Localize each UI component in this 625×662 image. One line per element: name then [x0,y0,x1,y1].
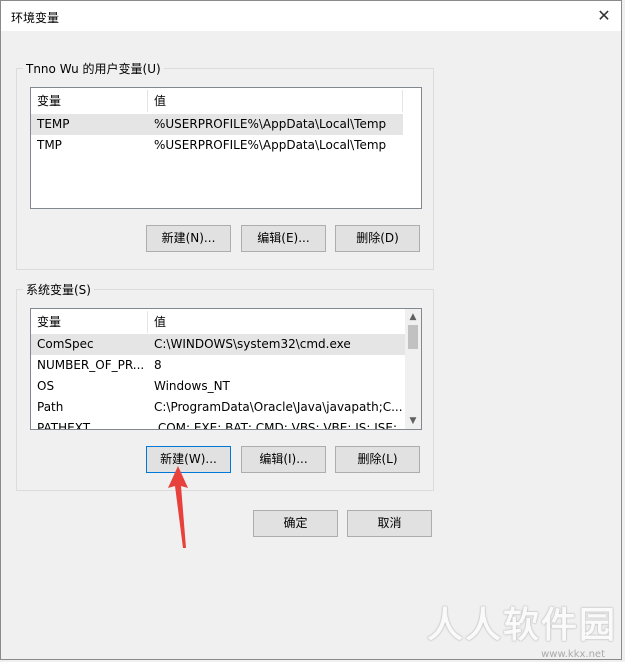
user-delete-button[interactable]: 删除(D) [335,225,420,252]
variable-value-cell: %USERPROFILE%\AppData\Local\Temp [154,138,387,152]
variable-name-cell: PATHEXT [37,421,91,430]
scroll-up-icon[interactable]: ▲ [405,311,421,323]
vertical-scrollbar[interactable]: ▲ ▼ [405,309,421,429]
variable-value-cell: 8 [154,358,162,372]
window-title: 环境变量 [11,11,60,25]
arrow-head [168,466,188,488]
scrollbar-thumb[interactable] [408,325,418,349]
table-row[interactable]: NUMBER_OF_PR... 8 [31,355,405,376]
variable-value-cell: C:\ProgramData\Oracle\Java\javapath;C... [154,400,403,414]
user-variables-list[interactable]: 变量 值 TEMP %USERPROFILE%\AppData\Local\Te… [30,87,422,209]
column-header-value[interactable]: 值 [148,309,404,335]
column-header-value[interactable]: 值 [148,88,404,114]
variable-value-cell: Windows_NT [154,379,230,393]
variable-value-cell: %USERPROFILE%\AppData\Local\Temp [154,117,387,131]
annotation-arrow-icon [168,466,188,548]
variable-value-cell: C:\WINDOWS\system32\cmd.exe [154,337,351,351]
column-header-variable[interactable]: 变量 [31,88,147,114]
variable-name-cell: ComSpec [37,337,94,351]
user-variables-label: Tnno Wu 的用户变量(U) [23,60,164,77]
close-icon[interactable]: ✕ [593,5,615,27]
user-new-button[interactable]: 新建(N)... [146,225,231,252]
table-row[interactable]: TEMP %USERPROFILE%\AppData\Local\Temp [31,114,403,135]
ok-button[interactable]: 确定 [253,510,338,537]
table-row[interactable]: PATHEXT .COM;.EXE;.BAT;.CMD;.VBS;.VBE;.J… [31,418,405,430]
variable-name-cell: TEMP [37,117,70,131]
column-header-variable[interactable]: 变量 [31,309,147,335]
variable-name-cell: TMP [37,138,62,152]
user-edit-button[interactable]: 编辑(E)... [241,225,326,252]
table-row[interactable]: Path C:\ProgramData\Oracle\Java\javapath… [31,397,405,418]
table-row[interactable]: TMP %USERPROFILE%\AppData\Local\Temp [31,135,403,156]
environment-variables-dialog: 环境变量 ✕ Tnno Wu 的用户变量(U) 变量 值 TEMP %USERP… [0,0,622,660]
system-delete-button[interactable]: 删除(L) [335,446,420,473]
title-bar: 环境变量 ✕ [1,1,621,31]
variable-value-cell: .COM;.EXE;.BAT;.CMD;.VBS;.VBE;.JS;.JSE;.… [154,421,404,430]
table-row[interactable]: ComSpec C:\WINDOWS\system32\cmd.exe [31,334,405,355]
scroll-down-icon[interactable]: ▼ [405,415,421,427]
variable-name-cell: NUMBER_OF_PR... [37,358,145,372]
cancel-button[interactable]: 取消 [347,510,432,537]
table-row[interactable]: OS Windows_NT [31,376,405,397]
system-edit-button[interactable]: 编辑(I)... [241,446,326,473]
watermark-url: www.kkx.net [541,649,605,660]
user-list-header: 变量 值 [31,88,403,115]
system-variables-list[interactable]: 变量 值 ComSpec C:\WINDOWS\system32\cmd.exe… [30,308,422,430]
system-variables-label: 系统变量(S) [23,281,94,298]
system-list-header: 变量 值 [31,309,405,336]
arrow-shaft [175,486,186,548]
variable-name-cell: Path [37,400,64,414]
watermark-logo: 人人软件园 [426,605,617,646]
variable-name-cell: OS [37,379,55,393]
